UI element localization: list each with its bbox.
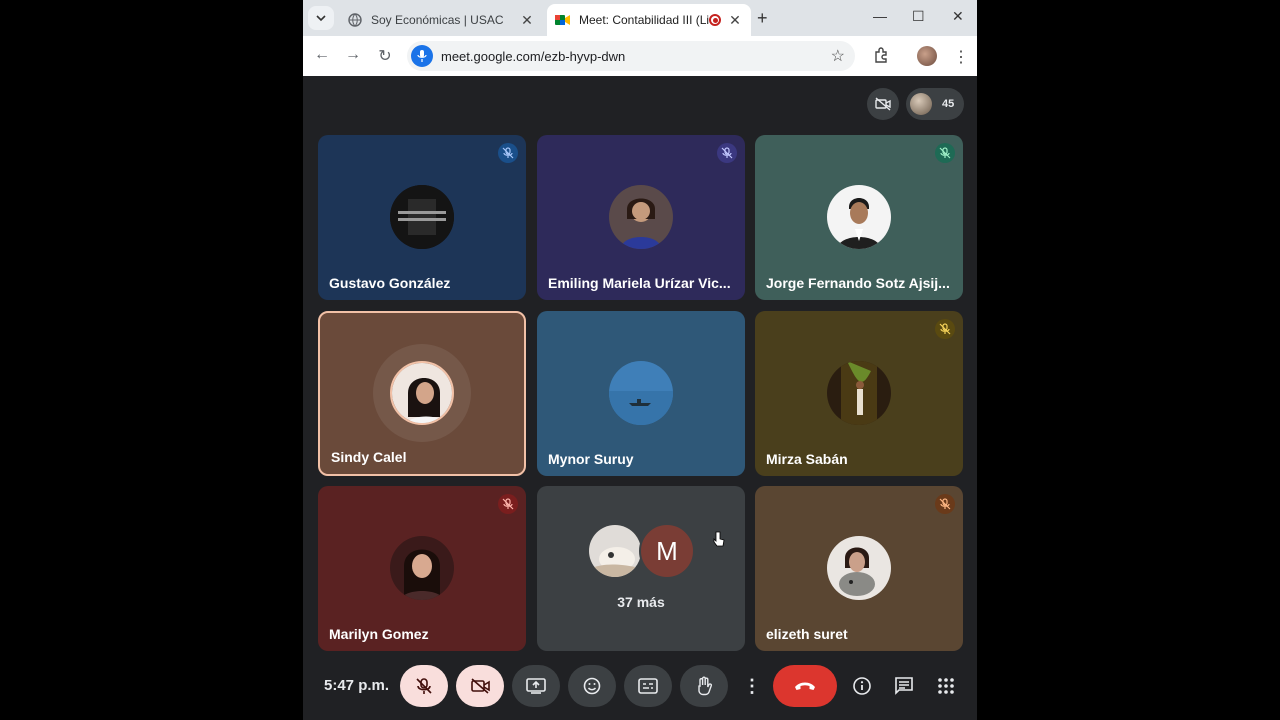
avatar: [609, 185, 673, 249]
end-call-button[interactable]: [773, 665, 837, 707]
participants-avatar: [910, 93, 932, 115]
extensions-icon[interactable]: [873, 47, 889, 63]
emoji-button[interactable]: [568, 665, 616, 707]
tab-search-icon[interactable]: [308, 6, 334, 30]
participant-name: Emiling Mariela Urízar Vic...: [548, 275, 731, 291]
participant-tile[interactable]: Mirza Sabán: [755, 311, 963, 476]
emoji-icon: [583, 677, 601, 695]
present-icon: [526, 678, 546, 694]
participant-tile[interactable]: Emiling Mariela Urízar Vic...: [537, 135, 745, 300]
back-icon[interactable]: ←: [312, 46, 332, 64]
end-call-icon: [795, 682, 815, 690]
more-label: 37 más: [617, 594, 665, 610]
tab-title: Meet: Contabilidad III (Lic. M: [579, 13, 709, 27]
close-icon[interactable]: ✕: [519, 12, 535, 29]
mic-off-icon: [416, 678, 432, 694]
avatar: [827, 361, 891, 425]
star-icon[interactable]: ☆: [831, 46, 845, 66]
url-text: meet.google.com/ezb-hyvp-dwn: [441, 48, 626, 64]
info-icon: [853, 677, 871, 695]
camera-off-top-icon[interactable]: [867, 88, 899, 120]
tab-soy-economicas[interactable]: Soy Económicas | USAC ✕: [339, 4, 543, 36]
avatar: [390, 185, 454, 249]
participant-name: Mirza Sabán: [766, 451, 848, 467]
participant-tile-speaking[interactable]: Sindy Calel: [318, 311, 526, 476]
close-icon[interactable]: ✕: [727, 12, 743, 29]
browser-window: Soy Económicas | USAC ✕ Meet: Contabilid…: [303, 0, 977, 720]
participant-tile[interactable]: elizeth suret: [755, 486, 963, 651]
raise-hand-icon: [698, 676, 712, 696]
participant-tile[interactable]: Gustavo González: [318, 135, 526, 300]
mic-off-icon: [498, 143, 518, 163]
tab-title: Soy Económicas | USAC: [371, 13, 504, 27]
avatar: [827, 185, 891, 249]
meeting-clock: 5:47 p.m.: [324, 677, 390, 694]
mic-off-icon: [935, 143, 955, 163]
participant-name: Mynor Suruy: [548, 451, 634, 467]
participant-name: elizeth suret: [766, 626, 848, 642]
apps-icon: [938, 678, 954, 694]
mic-off-icon: [935, 494, 955, 514]
more-options-button[interactable]: ⋮: [739, 665, 765, 707]
plus-icon[interactable]: +: [757, 8, 768, 29]
profile-avatar[interactable]: [917, 46, 937, 66]
participants-button[interactable]: 45: [906, 88, 964, 120]
present-button[interactable]: [512, 665, 560, 707]
avatar: [609, 361, 673, 425]
record-icon: [709, 14, 721, 26]
tab-strip: Soy Económicas | USAC ✕ Meet: Contabilid…: [303, 0, 977, 36]
maximize-icon[interactable]: ☐: [912, 8, 925, 25]
mouse-cursor: [713, 531, 725, 547]
mic-off-button[interactable]: [400, 665, 448, 707]
chat-button[interactable]: [889, 665, 919, 707]
info-button[interactable]: [847, 665, 877, 707]
participant-name: Jorge Fernando Sotz Ajsij...: [766, 275, 950, 291]
more-participants-tile[interactable]: M 37 más: [537, 486, 745, 651]
reload-icon[interactable]: ↻: [375, 46, 395, 66]
participant-tile[interactable]: Marilyn Gomez: [318, 486, 526, 651]
participant-name: Gustavo González: [329, 275, 451, 291]
participant-count: 45: [942, 98, 955, 110]
mic-off-icon: [717, 143, 737, 163]
meet-icon: [555, 12, 571, 28]
avatar: [827, 536, 891, 600]
address-bar[interactable]: meet.google.com/ezb-hyvp-dwn ☆: [407, 41, 855, 71]
close-window-icon[interactable]: ✕: [952, 8, 964, 25]
more-vertical-icon[interactable]: ⋮: [953, 47, 969, 67]
more-vertical-icon: ⋮: [743, 675, 761, 696]
participant-tile[interactable]: Jorge Fernando Sotz Ajsij...: [755, 135, 963, 300]
address-toolbar: ← → ↻ meet.google.com/ezb-hyvp-dwn ☆ ⋮: [303, 36, 977, 76]
captions-button[interactable]: [624, 665, 672, 707]
avatar: [390, 536, 454, 600]
avatar: [587, 523, 643, 579]
initial-letter: M: [656, 535, 678, 566]
participant-name: Marilyn Gomez: [329, 626, 429, 642]
raise-hand-button[interactable]: [680, 665, 728, 707]
chat-icon: [895, 677, 913, 695]
camera-off-button[interactable]: [456, 665, 504, 707]
forward-icon[interactable]: →: [343, 46, 363, 64]
avatar-initial: M: [639, 523, 695, 579]
tab-meet[interactable]: Meet: Contabilidad III (Lic. M ✕: [547, 4, 751, 36]
camera-off-icon: [471, 678, 490, 694]
mic-icon: [411, 45, 433, 67]
captions-icon: [638, 678, 658, 694]
mic-off-icon: [498, 494, 518, 514]
minimize-icon[interactable]: —: [873, 8, 887, 24]
participant-name: Sindy Calel: [331, 449, 407, 465]
participant-tile[interactable]: Mynor Suruy: [537, 311, 745, 476]
mic-off-icon: [935, 319, 955, 339]
avatar: [390, 361, 454, 425]
meet-area: 45 Gustavo González Emiling Mariela Uríz…: [303, 76, 977, 720]
globe-icon: [347, 12, 363, 28]
apps-button[interactable]: [931, 665, 961, 707]
